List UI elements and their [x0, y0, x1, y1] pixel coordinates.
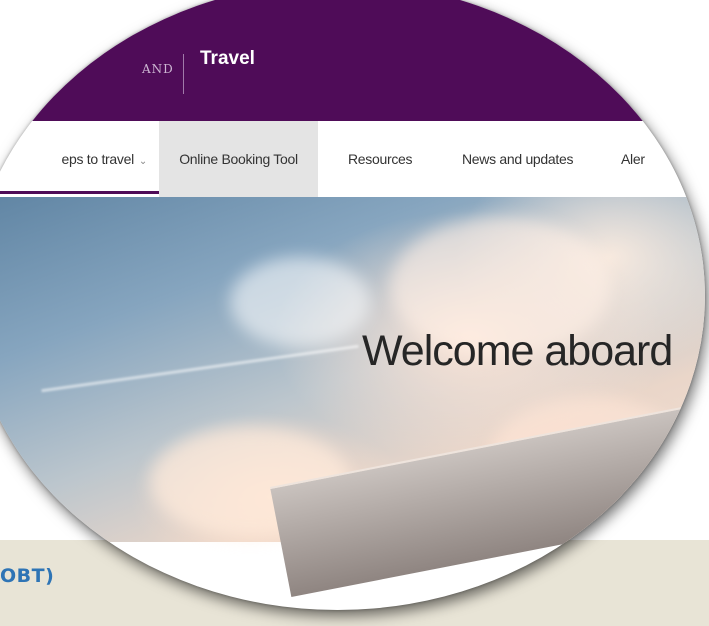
brand-logo-text[interactable]: AND: [142, 62, 174, 76]
nav-item-online-booking-tool[interactable]: Online Booking Tool: [159, 121, 318, 197]
bottom-band-heading: OBT): [0, 565, 55, 587]
nav-item-label: News and updates: [462, 151, 574, 167]
nav-item-label: Resources: [348, 151, 413, 167]
chevron-down-icon: ⌄: [138, 156, 147, 167]
nav-item-news-and-updates[interactable]: News and updates: [462, 121, 573, 197]
site-title[interactable]: Travel: [200, 48, 255, 70]
site-header: AND Travel: [0, 0, 705, 121]
nav-item-steps-to-travel[interactable]: eps to travel ⌄: [0, 121, 159, 194]
brand-divider: [183, 54, 184, 94]
hero-banner: Welcome aboard: [0, 197, 705, 597]
hero-title: Welcome aboard: [362, 327, 673, 375]
nav-item-resources[interactable]: Resources: [348, 121, 413, 197]
nav-item-alerts[interactable]: Aler: [621, 121, 645, 197]
magnified-view: AND Travel eps to travel ⌄ Online Booking…: [0, 0, 705, 610]
nav-item-label: eps to travel: [61, 151, 135, 167]
nav-item-label: Aler: [621, 151, 645, 167]
cloud-shape: [230, 257, 370, 347]
contrail: [41, 344, 359, 393]
main-nav: eps to travel ⌄ Online Booking Tool Resou…: [0, 121, 705, 197]
nav-item-label: Online Booking Tool: [179, 151, 298, 167]
